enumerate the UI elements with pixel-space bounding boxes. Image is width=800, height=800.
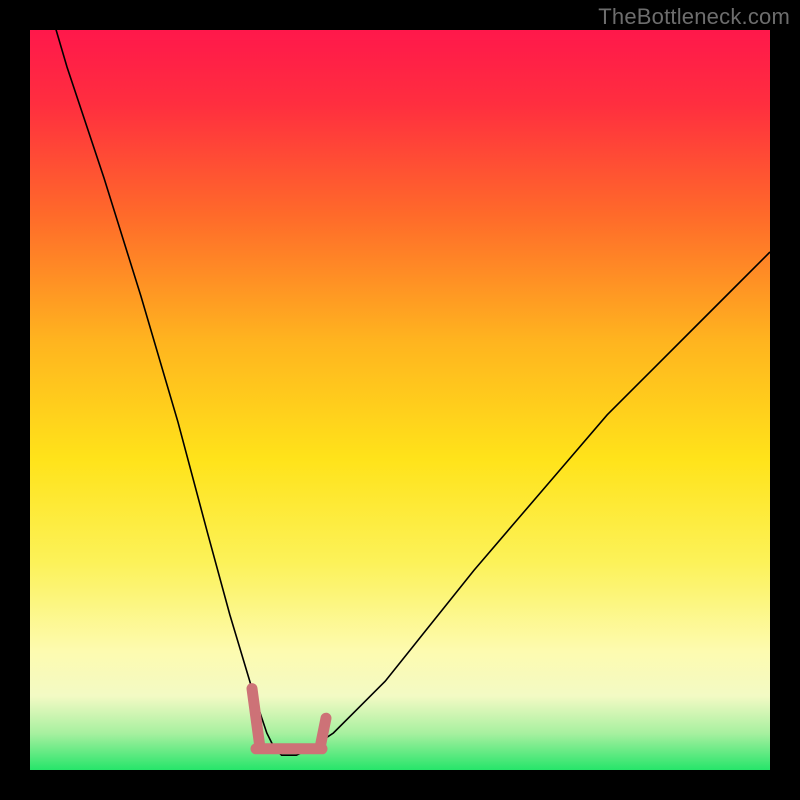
plot-area [30,30,770,770]
optimal-marker-right [320,718,326,748]
gradient-background [30,30,770,770]
chart-frame: TheBottleneck.com [0,0,800,800]
watermark-text: TheBottleneck.com [598,4,790,30]
plot-svg [30,30,770,770]
